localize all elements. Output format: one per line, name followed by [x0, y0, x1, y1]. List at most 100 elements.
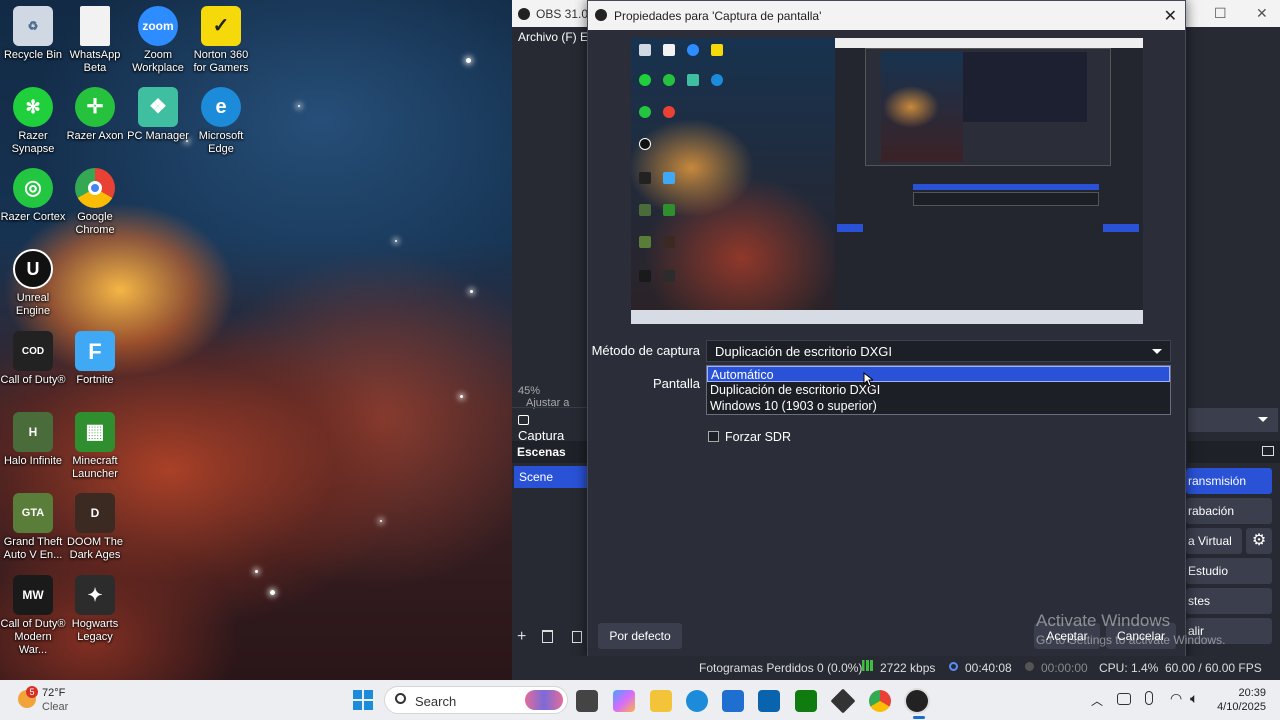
star	[298, 105, 300, 107]
desktop-icon-doom[interactable]: D DOOM The Dark Ages	[62, 493, 128, 562]
weather-widget[interactable]: 5 72°F Clear	[14, 686, 104, 714]
desktop-icon-zoom[interactable]: zoom Zoom Workplace	[125, 6, 191, 75]
star	[470, 290, 473, 293]
file-explorer-icon[interactable]	[650, 690, 672, 712]
task-view-icon[interactable]	[576, 690, 598, 712]
recording-time: 00:40:08	[965, 661, 1012, 675]
search-highlight-icon	[525, 690, 563, 710]
desktop-icon-recycle-bin[interactable]: ♻ Recycle Bin	[0, 6, 66, 62]
properties-dialog: Propiedades para 'Captura de pantalla' ✕	[587, 0, 1186, 660]
wifi-icon[interactable]: ◠	[1170, 690, 1182, 707]
zoom-bar: 45% Ajustar a	[512, 380, 587, 409]
minecraft-icon: ▦	[75, 412, 115, 452]
xbox-icon[interactable]	[795, 690, 817, 712]
copilot-icon[interactable]	[613, 690, 635, 712]
exit-button[interactable]: alir	[1186, 618, 1272, 644]
edge-icon[interactable]	[686, 690, 708, 712]
desktop-icon-edge[interactable]: e Microsoft Edge	[188, 87, 254, 156]
whatsapp-file-icon	[80, 6, 110, 46]
monitor-icon	[518, 415, 529, 425]
halo-icon: H	[13, 412, 53, 452]
fps: 60.00 / 60.00 FPS	[1165, 661, 1262, 675]
desktop-icon-gta[interactable]: GTA Grand Theft Auto V En...	[0, 493, 66, 562]
dialog-titlebar[interactable]: Propiedades para 'Captura de pantalla' ✕	[588, 1, 1185, 30]
gear-icon[interactable]: ⚙	[1246, 528, 1272, 554]
option-dxgi[interactable]: Duplicación de escritorio DXGI	[707, 382, 1170, 398]
desktop-icon-pc-manager[interactable]: ❖ PC Manager	[125, 87, 191, 143]
start-button[interactable]	[353, 690, 373, 710]
desktop-icon-halo[interactable]: H Halo Infinite	[0, 412, 66, 468]
defaults-button[interactable]: Por defecto	[598, 623, 682, 649]
gta-icon: GTA	[13, 493, 53, 533]
taskbar-search[interactable]: Search	[384, 686, 568, 714]
scene-filter-icon[interactable]	[572, 631, 582, 643]
capture-method-label: Método de captura	[591, 343, 700, 358]
ok-button[interactable]: Aceptar	[1034, 623, 1100, 649]
zoom-level[interactable]: 45%	[518, 385, 540, 397]
desktop-icon-modern-warfare[interactable]: MW Call of Duty® Modern War...	[0, 575, 66, 657]
settings-button[interactable]: stes	[1186, 588, 1272, 614]
force-sdr-checkbox[interactable]	[708, 431, 719, 442]
desktop-icon-razer-synapse[interactable]: ✻ Razer Synapse	[0, 87, 66, 156]
search-icon	[395, 693, 406, 704]
star	[255, 570, 258, 573]
unreal-icon: U	[13, 249, 53, 289]
tray-app-icon[interactable]	[1117, 693, 1131, 705]
dropped-frames: Fotogramas Perdidos 0 (0.0%)	[699, 661, 863, 675]
star	[395, 240, 397, 242]
start-recording-button[interactable]: rabación	[1186, 498, 1272, 524]
maximize-icon[interactable]: ☐	[1214, 5, 1227, 22]
close-icon[interactable]: ✕	[1164, 6, 1177, 26]
desktop-icon-call-of-duty[interactable]: COD Call of Duty®	[0, 331, 66, 387]
add-scene-icon[interactable]: +	[517, 628, 526, 646]
star	[466, 58, 471, 63]
desktop-icon-fortnite[interactable]: F Fortnite	[62, 331, 128, 387]
windows-taskbar: 5 72°F Clear Search ︿ ◠ 🔈︎ 20:39 4/10/20…	[0, 680, 1280, 720]
call-of-duty-icon: COD	[13, 331, 53, 371]
desktop-icon-whatsapp[interactable]: WhatsApp Beta	[62, 6, 128, 75]
search-placeholder: Search	[415, 694, 457, 709]
desktop-icon-hogwarts[interactable]: ✦ Hogwarts Legacy	[62, 575, 128, 644]
fortnite-icon: F	[75, 331, 115, 371]
desktop-icon-razer-cortex[interactable]: ◎ Razer Cortex	[0, 168, 66, 224]
obs-icon[interactable]	[906, 690, 928, 712]
virtual-camera-button[interactable]: a Virtual	[1186, 528, 1242, 554]
option-windows10[interactable]: Windows 10 (1903 o superior)	[707, 398, 1170, 414]
obs-logo-icon	[595, 9, 607, 21]
chrome-icon[interactable]	[869, 690, 891, 712]
preview-taskbar	[631, 310, 1143, 324]
cancel-button[interactable]: Cancelar	[1106, 623, 1176, 649]
scene-item[interactable]: Scene	[514, 466, 587, 488]
desktop-icon-minecraft[interactable]: ▦ Minecraft Launcher	[62, 412, 128, 481]
dock-icon[interactable]	[1262, 446, 1274, 456]
option-automatico[interactable]: Automático	[707, 366, 1170, 382]
app-icon[interactable]	[830, 688, 856, 714]
weather-desc: Clear	[42, 701, 69, 713]
desktop-icon-razer-axon[interactable]: ✛ Razer Axon	[62, 87, 128, 143]
menu-archivo[interactable]: Archivo (F) E	[518, 30, 588, 44]
right-dropdown[interactable]	[1188, 408, 1278, 432]
chrome-icon	[75, 168, 115, 208]
studio-mode-button[interactable]: Estudio	[1186, 558, 1272, 584]
chevron-down-icon	[1258, 417, 1268, 422]
edge-icon: e	[201, 87, 241, 127]
desktop-icon-chrome[interactable]: Google Chrome	[62, 168, 128, 237]
microphone-icon[interactable]	[1145, 691, 1153, 705]
outlook-icon[interactable]	[758, 690, 780, 712]
obs-logo-icon	[518, 7, 530, 20]
speaker-icon[interactable]: 🔈︎	[1190, 690, 1198, 707]
desktop-icon-norton[interactable]: ✓ Norton 360 for Gamers	[188, 6, 254, 75]
close-icon[interactable]: ✕	[1256, 5, 1268, 22]
mouse-cursor-icon	[863, 372, 873, 387]
clock[interactable]: 20:39 4/10/2025	[1210, 686, 1266, 714]
microsoft-store-icon[interactable]	[722, 690, 744, 712]
signal-icon	[862, 660, 873, 671]
preview-obs-area	[835, 38, 1143, 310]
chevron-up-icon[interactable]: ︿	[1091, 692, 1103, 709]
scenes-header: Escenas	[512, 441, 587, 463]
delete-scene-icon[interactable]	[542, 630, 553, 643]
start-streaming-button[interactable]: ransmisión	[1186, 468, 1272, 494]
razer-cortex-icon: ◎	[13, 168, 53, 208]
capture-method-select[interactable]: Duplicación de escritorio DXGI	[706, 340, 1171, 362]
desktop-icon-unreal[interactable]: U Unreal Engine	[0, 249, 66, 318]
